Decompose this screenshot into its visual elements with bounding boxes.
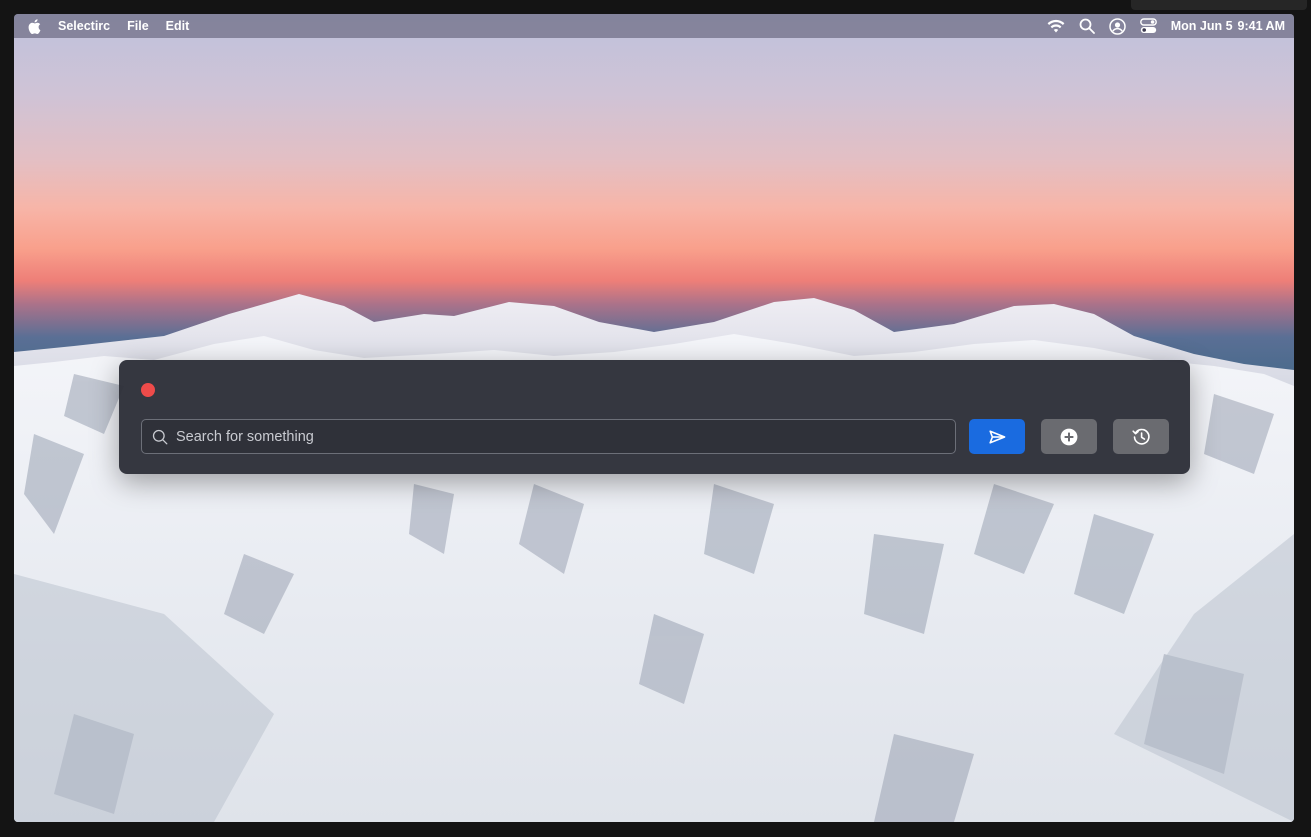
search-icon[interactable] <box>1079 18 1095 34</box>
history-icon <box>1131 428 1151 446</box>
desktop: Selectirc File Edit Mon Jun 5 9:41 AM <box>14 14 1294 822</box>
search-input[interactable] <box>176 428 955 445</box>
search-icon <box>152 429 168 445</box>
window-corner-overlay <box>1131 0 1307 10</box>
search-field[interactable] <box>141 419 956 454</box>
user-icon[interactable] <box>1108 17 1126 35</box>
file-menu[interactable]: File <box>127 19 149 33</box>
menubar-date[interactable]: Mon Jun 5 <box>1171 19 1233 33</box>
wifi-icon[interactable] <box>1047 19 1065 33</box>
app-name-menu[interactable]: Selectirc <box>58 19 110 33</box>
history-button[interactable] <box>1113 419 1169 454</box>
send-icon <box>988 429 1006 444</box>
edit-menu[interactable]: Edit <box>166 19 190 33</box>
control-center-icon[interactable] <box>1139 18 1157 34</box>
menu-bar: Selectirc File Edit Mon Jun 5 9:41 AM <box>14 14 1294 38</box>
search-panel <box>119 360 1190 474</box>
apple-logo-icon[interactable] <box>28 18 41 34</box>
menubar-time[interactable]: 9:41 AM <box>1238 19 1285 33</box>
send-button[interactable] <box>969 419 1025 454</box>
close-window-button[interactable] <box>141 383 155 397</box>
plus-circle-icon <box>1060 428 1078 446</box>
add-button[interactable] <box>1041 419 1097 454</box>
